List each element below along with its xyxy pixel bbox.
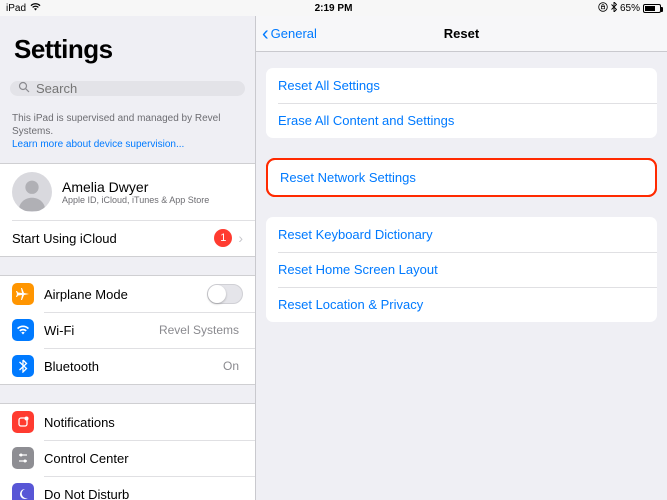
detail-title: Reset — [444, 26, 479, 41]
airplane-cell[interactable]: Airplane Mode — [0, 276, 255, 312]
search-icon — [18, 81, 30, 96]
settings-sidebar: Settings This iPad is supervised and man… — [0, 16, 256, 500]
supervised-notice: This iPad is supervised and managed by R… — [0, 106, 255, 163]
reset-all-settings[interactable]: Reset All Settings — [266, 68, 657, 103]
search-input[interactable] — [36, 81, 237, 96]
bluetooth-cell[interactable]: Bluetooth On — [0, 348, 255, 384]
account-name: Amelia Dwyer — [62, 179, 209, 196]
dnd-cell[interactable]: Do Not Disturb — [0, 476, 255, 500]
page-title: Settings — [14, 34, 241, 65]
apple-id-cell[interactable]: Amelia Dwyer Apple ID, iCloud, iTunes & … — [0, 164, 255, 220]
device-name: iPad — [6, 3, 26, 14]
reset-location-privacy[interactable]: Reset Location & Privacy — [266, 287, 657, 322]
battery-icon — [643, 4, 661, 13]
control-center-cell[interactable]: Control Center — [0, 440, 255, 476]
reset-group-1: Reset All Settings Erase All Content and… — [266, 68, 657, 138]
bluetooth-settings-icon — [12, 355, 34, 377]
control-center-icon — [12, 447, 34, 469]
avatar — [12, 172, 52, 212]
detail-pane: ‹ General Reset Reset All Settings Erase… — [256, 16, 667, 500]
wifi-detail: Revel Systems — [159, 323, 239, 337]
start-icloud-cell[interactable]: Start Using iCloud 1 › — [0, 220, 255, 256]
bluetooth-detail: On — [223, 359, 239, 373]
bluetooth-icon — [611, 2, 617, 15]
reset-keyboard-dictionary[interactable]: Reset Keyboard Dictionary — [266, 217, 657, 252]
system-group: Notifications Control Center Do Not Dist… — [0, 403, 255, 500]
reset-network-settings[interactable]: Reset Network Settings — [268, 160, 655, 195]
orientation-lock-icon — [598, 2, 608, 15]
chevron-right-icon: › — [238, 230, 243, 246]
reset-home-screen[interactable]: Reset Home Screen Layout — [266, 252, 657, 287]
notifications-icon — [12, 411, 34, 433]
wifi-cell[interactable]: Wi-Fi Revel Systems — [0, 312, 255, 348]
battery-percent: 65% — [620, 3, 640, 14]
chevron-left-icon: ‹ — [262, 24, 269, 44]
status-bar: iPad 2:19 PM 65% — [0, 0, 667, 16]
wifi-icon — [30, 2, 41, 14]
supervision-link[interactable]: Learn more about device supervision... — [12, 139, 184, 150]
reset-group-2: Reset Network Settings — [268, 160, 655, 195]
erase-all-content[interactable]: Erase All Content and Settings — [266, 103, 657, 138]
account-sub: Apple ID, iCloud, iTunes & App Store — [62, 195, 209, 205]
start-icloud-label: Start Using iCloud — [12, 231, 214, 246]
search-field[interactable] — [10, 81, 245, 96]
detail-navbar: ‹ General Reset — [256, 16, 667, 52]
notifications-cell[interactable]: Notifications — [0, 404, 255, 440]
connectivity-group: Airplane Mode Wi-Fi Revel Systems Blueto… — [0, 275, 255, 385]
airplane-icon — [12, 283, 34, 305]
back-button[interactable]: ‹ General — [256, 24, 317, 44]
moon-icon — [12, 483, 34, 500]
airplane-toggle[interactable] — [207, 284, 243, 304]
reset-group-3: Reset Keyboard Dictionary Reset Home Scr… — [266, 217, 657, 322]
clock: 2:19 PM — [315, 3, 353, 14]
account-group: Amelia Dwyer Apple ID, iCloud, iTunes & … — [0, 163, 255, 257]
icloud-badge: 1 — [214, 229, 232, 247]
wifi-settings-icon — [12, 319, 34, 341]
